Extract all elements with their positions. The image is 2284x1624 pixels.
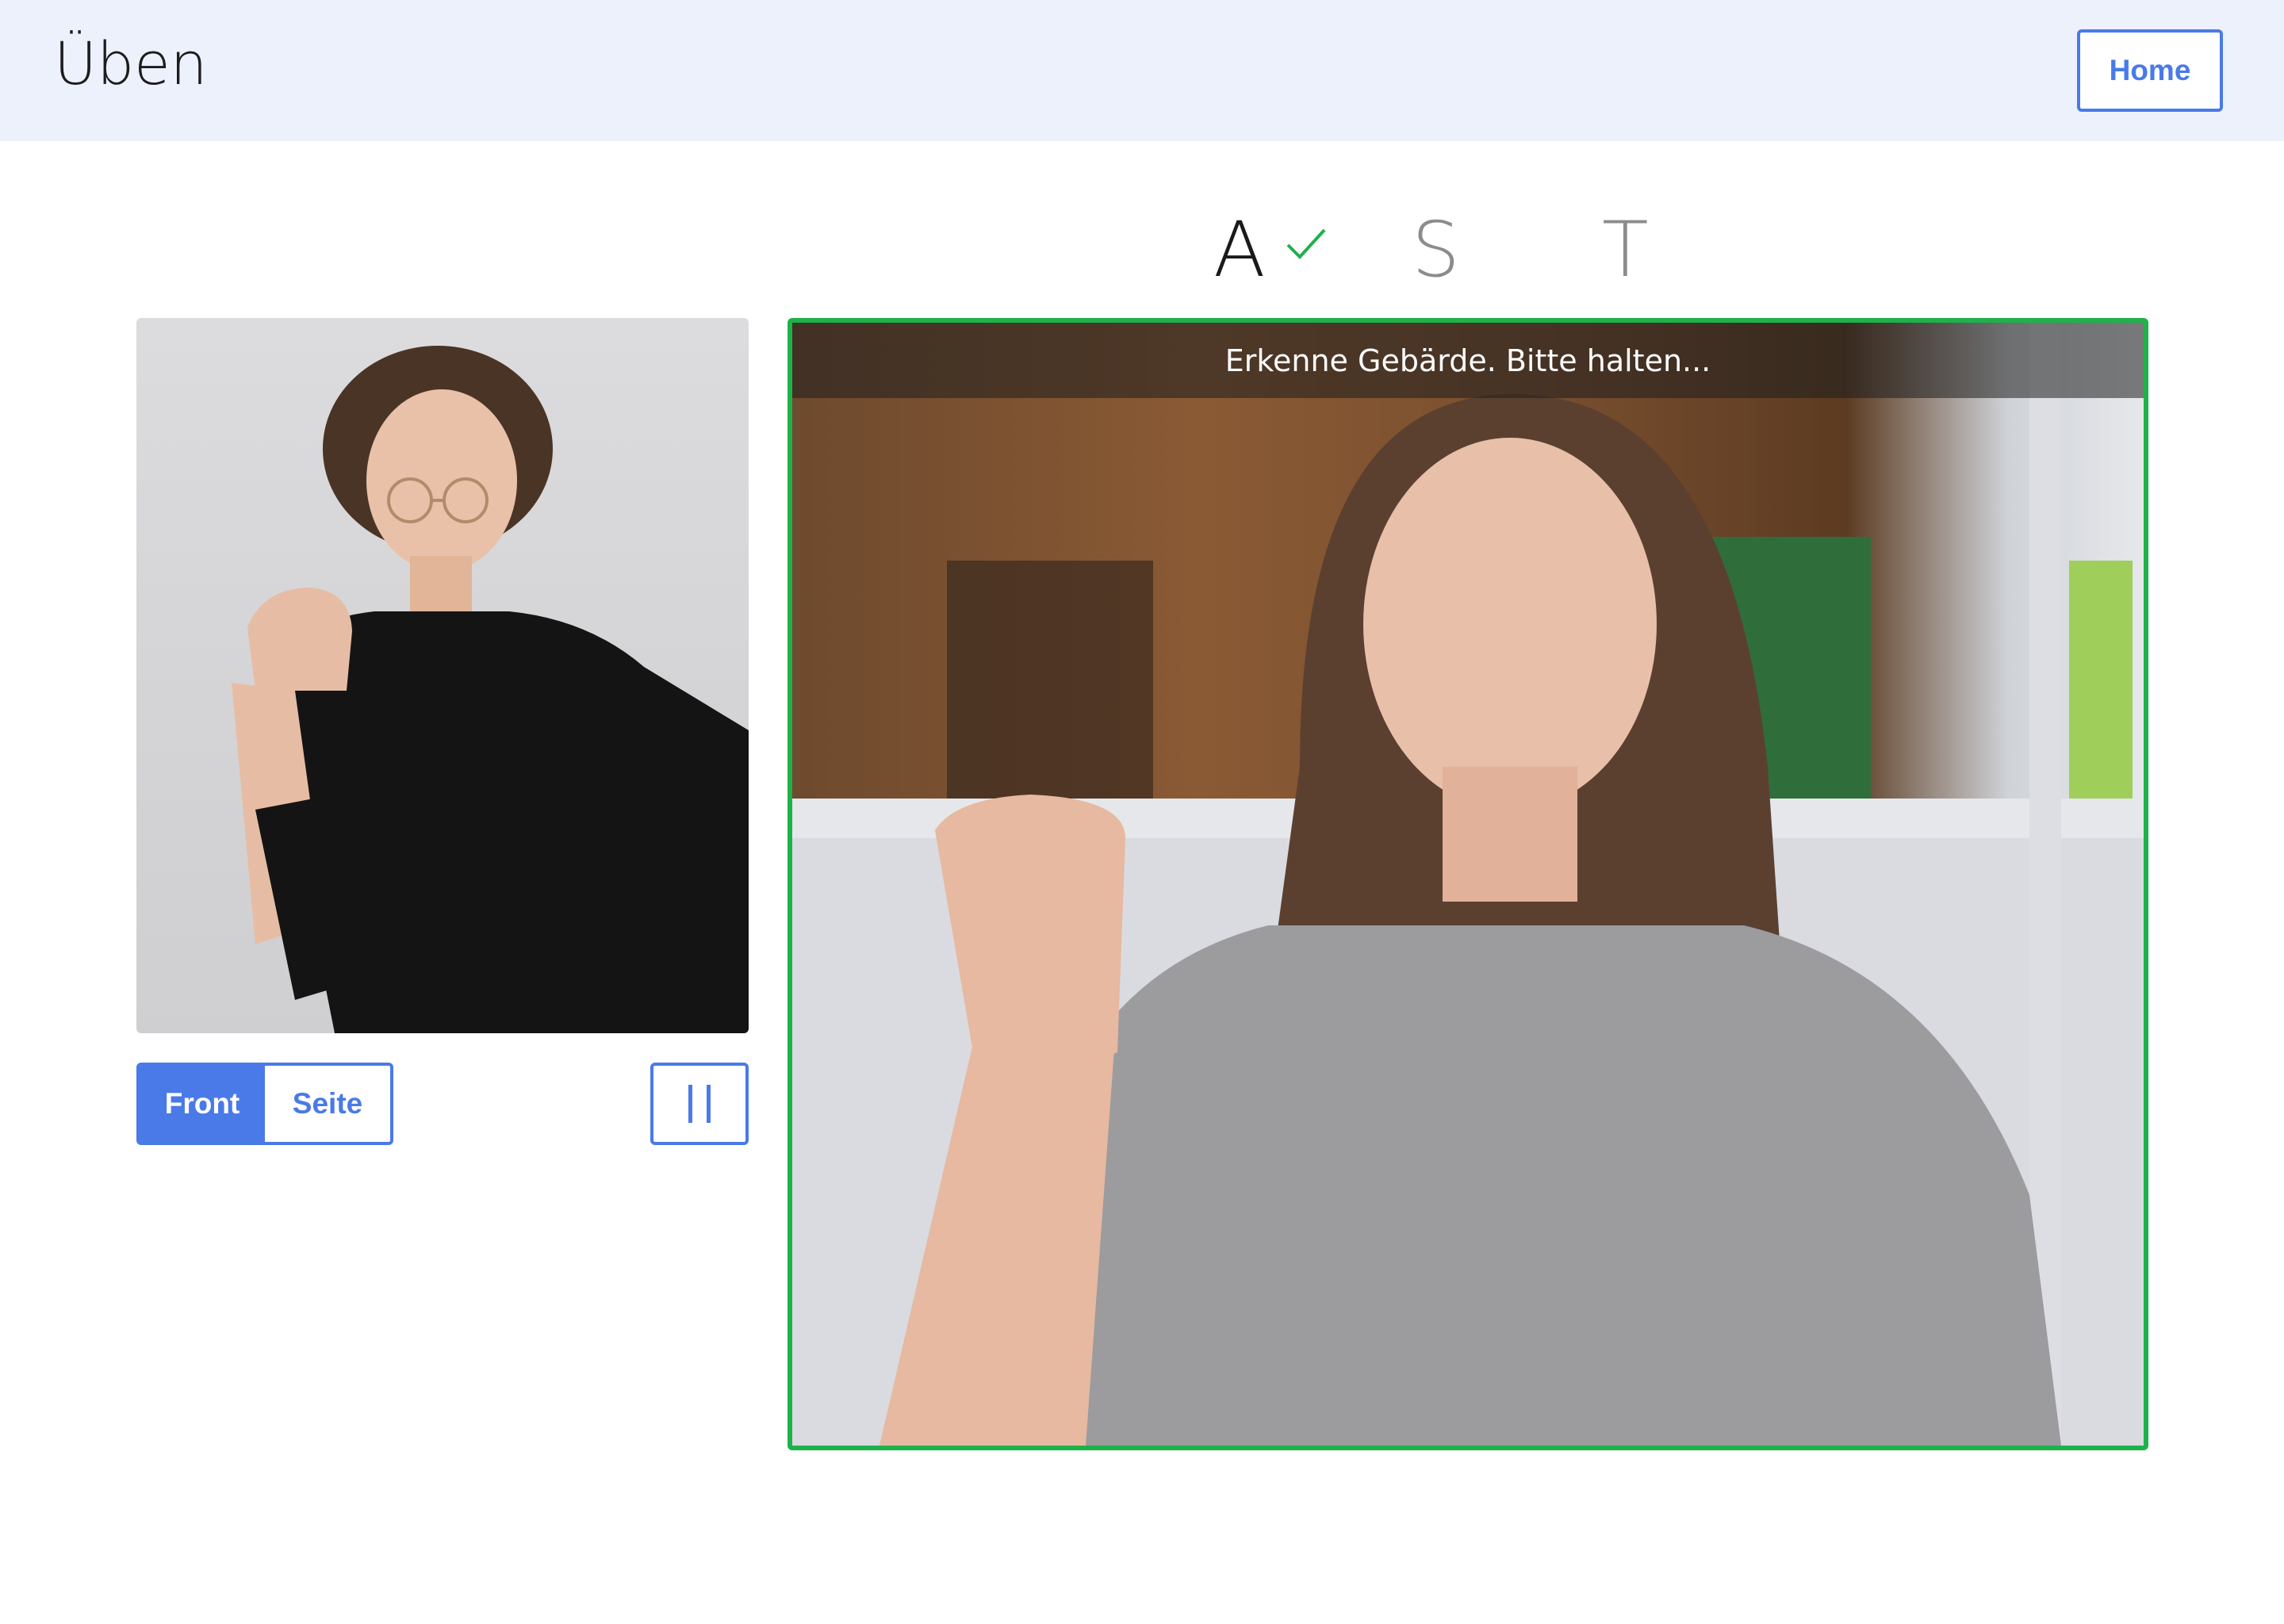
letter-t: T	[1602, 205, 1649, 294]
home-button[interactable]: Home	[2077, 29, 2223, 112]
reference-video	[136, 318, 749, 1033]
recognition-status: Erkenne Gebärde. Bitte halten...	[792, 323, 2144, 398]
pause-button[interactable]	[650, 1063, 749, 1145]
check-icon	[1286, 228, 1326, 259]
pause-icon	[688, 1085, 711, 1123]
page-title: Üben	[54, 30, 208, 98]
view-toggle: Front Seite	[136, 1063, 393, 1145]
top-bar: Üben Home	[0, 0, 2284, 141]
view-option-side[interactable]: Seite	[265, 1066, 390, 1142]
signer-illustration	[232, 346, 749, 1033]
letter-s: S	[1412, 205, 1460, 294]
view-option-front[interactable]: Front	[140, 1066, 265, 1142]
camera-scene	[792, 323, 2144, 1446]
camera-feed: Erkenne Gebärde. Bitte halten...	[788, 318, 2148, 1450]
letter-a: A	[1213, 205, 1266, 294]
